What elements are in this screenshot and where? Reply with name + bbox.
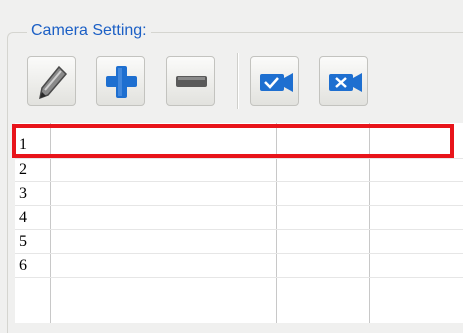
minus-icon <box>176 76 207 87</box>
table-row-number[interactable]: 3 <box>19 182 49 206</box>
enable-camera-button[interactable] <box>250 56 299 106</box>
row-divider <box>15 229 463 230</box>
table-row-number[interactable]: 6 <box>19 254 49 278</box>
add-button[interactable] <box>96 56 145 106</box>
edit-button[interactable] <box>27 56 76 106</box>
pencil-icon <box>38 65 68 100</box>
row-divider <box>15 205 463 206</box>
row-divider <box>15 253 463 254</box>
camera-check-icon <box>260 73 293 92</box>
plus-icon <box>106 66 137 98</box>
row-divider <box>15 277 463 278</box>
selected-row-highlight <box>12 124 454 158</box>
toolbar-separator <box>237 53 239 109</box>
table-row-number[interactable]: 4 <box>19 206 49 230</box>
table-row-number[interactable]: 5 <box>19 230 49 254</box>
camera-x-icon <box>329 73 362 92</box>
table-row-number[interactable]: 2 <box>19 158 49 182</box>
disable-camera-button[interactable] <box>319 56 368 106</box>
camera-setting-title: Camera Setting: <box>27 20 151 42</box>
row-divider <box>15 158 463 159</box>
row-divider <box>15 181 463 182</box>
remove-button[interactable] <box>166 56 215 106</box>
